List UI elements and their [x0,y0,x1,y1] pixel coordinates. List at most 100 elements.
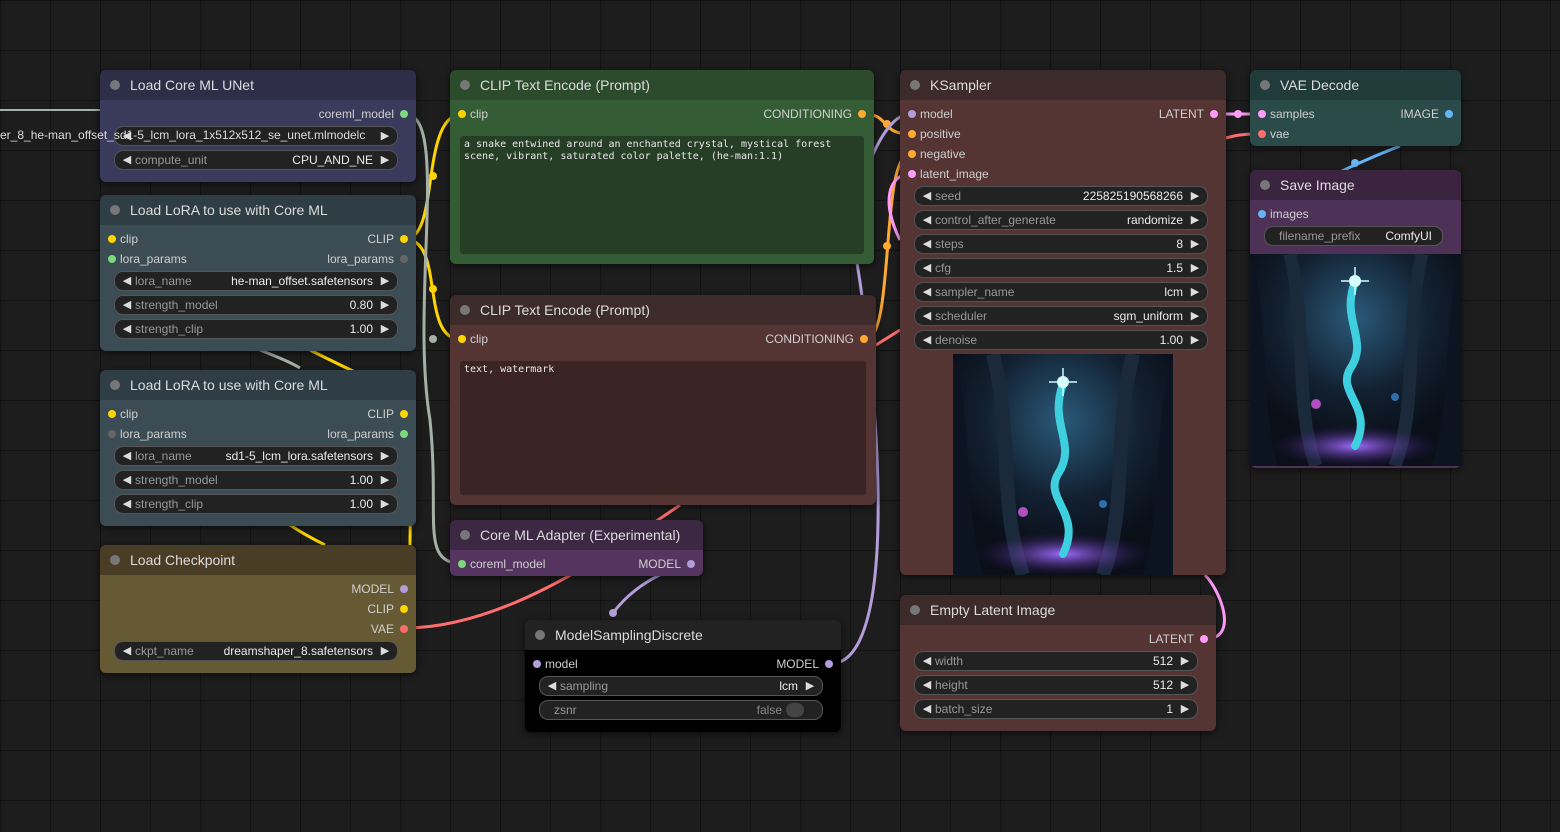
output-pin-icon[interactable] [400,585,408,593]
arrow-right-icon[interactable]: ▶ [377,127,393,145]
input-positive[interactable]: positive [908,124,961,144]
widget-denoise[interactable]: ◀ denoise 1.00 ▶ [914,330,1208,350]
output-pin-icon[interactable] [825,660,833,668]
arrow-right-icon[interactable]: ▶ [377,447,393,465]
input-coreml-model[interactable]: coreml_model [458,554,545,574]
arrow-left-icon[interactable]: ◀ [919,652,935,670]
arrow-left-icon[interactable]: ◀ [119,471,135,489]
input-pin-icon[interactable] [908,150,916,158]
widget-height[interactable]: ◀ height 512 ▶ [914,675,1198,695]
arrow-left-icon[interactable]: ◀ [119,495,135,513]
arrow-left-icon[interactable]: ◀ [119,642,135,660]
widget-lora-name[interactable]: ◀ lora_name sd1-5_lcm_lora.safetensors ▶ [114,446,398,466]
widget-control-after-generate[interactable]: ◀ control_after_generate randomize ▶ [914,210,1208,230]
widget-strength-clip[interactable]: ◀ strength_clip 1.00 ▶ [114,319,398,339]
arrow-left-icon[interactable]: ◀ [919,187,935,205]
arrow-left-icon[interactable]: ◀ [119,272,135,290]
output-clip[interactable]: CLIP [367,229,408,249]
arrow-left-icon[interactable]: ◀ [119,296,135,314]
node-title[interactable]: Load LoRA to use with Core ML [100,195,416,225]
output-model[interactable]: MODEL [638,554,695,574]
widget-lora-name[interactable]: ◀ lora_name he-man_offset.safetensors ▶ [114,271,398,291]
input-pin-icon[interactable] [1258,130,1266,138]
input-latent-image[interactable]: latent_image [908,164,989,184]
output-model[interactable]: MODEL [776,654,833,674]
widget-strength-clip[interactable]: ◀ strength_clip 1.00 ▶ [114,494,398,514]
arrow-left-icon[interactable]: ◀ [919,331,935,349]
output-lora-params[interactable]: lora_params [327,424,408,444]
collapse-dot-icon[interactable] [110,380,120,390]
node-clip-text-encode-negative[interactable]: CLIP Text Encode (Prompt) clip CONDITION… [450,295,876,505]
node-save-image[interactable]: Save Image images filename_prefix ComfyU… [1250,170,1461,468]
node-load-coreml-unet[interactable]: Load Core ML UNet coreml_model ◀ ▶ ◀ com… [100,70,416,182]
widget-scheduler[interactable]: ◀ scheduler sgm_uniform ▶ [914,306,1208,326]
collapse-dot-icon[interactable] [535,630,545,640]
arrow-right-icon[interactable]: ▶ [1187,187,1203,205]
input-pin-icon[interactable] [458,335,466,343]
node-title[interactable]: Save Image [1250,170,1461,200]
node-empty-latent-image[interactable]: Empty Latent Image LATENT ◀ width 512 ▶ … [900,595,1216,731]
output-lora-params[interactable]: lora_params [327,249,408,269]
output-pin-icon[interactable] [1200,635,1208,643]
arrow-right-icon[interactable]: ▶ [377,642,393,660]
input-images[interactable]: images [1258,204,1309,224]
node-title[interactable]: Load Checkpoint [100,545,416,575]
widget-strength-model[interactable]: ◀ strength_model 0.80 ▶ [114,295,398,315]
node-title[interactable]: CLIP Text Encode (Prompt) [450,295,876,325]
input-pin-icon[interactable] [908,170,916,178]
collapse-dot-icon[interactable] [910,80,920,90]
collapse-dot-icon[interactable] [460,530,470,540]
output-pin-icon[interactable] [400,430,408,438]
node-title[interactable]: KSampler [900,70,1226,100]
input-clip[interactable]: clip [458,104,488,124]
collapse-dot-icon[interactable] [460,80,470,90]
output-vae[interactable]: VAE [371,619,408,639]
node-load-lora-2[interactable]: Load LoRA to use with Core ML clip lora_… [100,370,416,526]
node-title[interactable]: Core ML Adapter (Experimental) [450,520,703,550]
widget-width[interactable]: ◀ width 512 ▶ [914,651,1198,671]
input-pin-icon[interactable] [1258,210,1266,218]
arrow-right-icon[interactable]: ▶ [377,151,393,169]
node-vae-decode[interactable]: VAE Decode samples vae IMAGE [1250,70,1461,146]
arrow-right-icon[interactable]: ▶ [802,677,818,695]
input-pin-icon[interactable] [108,410,116,418]
input-model[interactable]: model [908,104,953,124]
input-pin-icon[interactable] [108,235,116,243]
output-conditioning[interactable]: CONDITIONING [763,104,866,124]
widget-filename-prefix[interactable]: filename_prefix ComfyUI [1264,226,1443,246]
arrow-right-icon[interactable]: ▶ [377,272,393,290]
input-pin-icon[interactable] [108,255,116,263]
arrow-right-icon[interactable]: ▶ [377,471,393,489]
arrow-right-icon[interactable]: ▶ [1177,700,1193,718]
collapse-dot-icon[interactable] [110,555,120,565]
arrow-left-icon[interactable]: ◀ [919,259,935,277]
node-coreml-adapter[interactable]: Core ML Adapter (Experimental) coreml_mo… [450,520,703,576]
widget-batch-size[interactable]: ◀ batch_size 1 ▶ [914,699,1198,719]
input-model[interactable]: model [533,654,578,674]
input-pin-icon[interactable] [458,560,466,568]
arrow-left-icon[interactable]: ◀ [544,677,560,695]
output-pin-icon[interactable] [860,335,868,343]
arrow-right-icon[interactable]: ▶ [1187,307,1203,325]
node-model-sampling-discrete[interactable]: ModelSamplingDiscrete model MODEL ◀ samp… [525,620,841,732]
output-pin-icon[interactable] [400,410,408,418]
arrow-right-icon[interactable]: ▶ [1177,676,1193,694]
arrow-right-icon[interactable]: ▶ [377,320,393,338]
input-pin-icon[interactable] [533,660,541,668]
output-pin-icon[interactable] [1445,110,1453,118]
output-latent[interactable]: LATENT [1159,104,1218,124]
widget-ckpt-name[interactable]: ◀ ckpt_name dreamshaper_8.safetensors ▶ [114,641,398,661]
toggle-switch[interactable] [786,703,804,717]
prompt-textarea[interactable]: a snake entwined around an enchanted cry… [460,136,864,254]
arrow-right-icon[interactable]: ▶ [1177,652,1193,670]
input-vae[interactable]: vae [1258,124,1289,144]
output-pin-icon[interactable] [687,560,695,568]
input-pin-icon[interactable] [108,430,116,438]
collapse-dot-icon[interactable] [110,80,120,90]
arrow-right-icon[interactable]: ▶ [1187,211,1203,229]
widget-cfg[interactable]: ◀ cfg 1.5 ▶ [914,258,1208,278]
output-pin-icon[interactable] [400,110,408,118]
widget-steps[interactable]: ◀ steps 8 ▶ [914,234,1208,254]
arrow-left-icon[interactable]: ◀ [919,700,935,718]
node-load-checkpoint[interactable]: Load Checkpoint MODEL CLIP VAE ◀ ckpt_na… [100,545,416,673]
